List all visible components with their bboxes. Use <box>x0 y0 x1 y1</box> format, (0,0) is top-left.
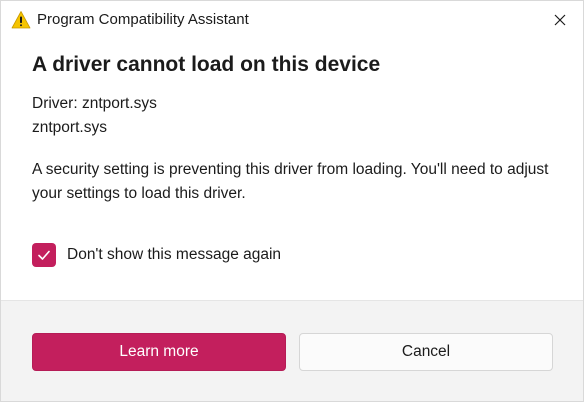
close-icon <box>554 14 566 26</box>
dialog-content: A driver cannot load on this device Driv… <box>32 51 559 206</box>
warning-icon <box>11 10 31 30</box>
dont-show-again-label[interactable]: Don't show this message again <box>67 246 281 264</box>
dont-show-again-checkbox[interactable] <box>32 243 56 267</box>
title-bar: Program Compatibility Assistant <box>1 1 583 39</box>
driver-file-line: zntport.sys <box>32 119 107 136</box>
window-title: Program Compatibility Assistant <box>37 11 249 28</box>
dialog-heading: A driver cannot load on this device <box>32 53 381 76</box>
cancel-button[interactable]: Cancel <box>299 333 553 371</box>
driver-info: Driver: zntport.sys zntport.sys <box>32 92 559 140</box>
dialog-message: A security setting is preventing this dr… <box>32 161 549 202</box>
dialog-window: Program Compatibility Assistant A driver… <box>0 0 584 402</box>
close-button[interactable] <box>537 1 583 39</box>
dont-show-again-option[interactable]: Don't show this message again <box>32 243 281 267</box>
learn-more-button[interactable]: Learn more <box>32 333 286 371</box>
driver-name-line: Driver: zntport.sys <box>32 95 157 112</box>
dialog-footer: Learn more Cancel <box>1 300 583 401</box>
checkmark-icon <box>38 250 50 260</box>
